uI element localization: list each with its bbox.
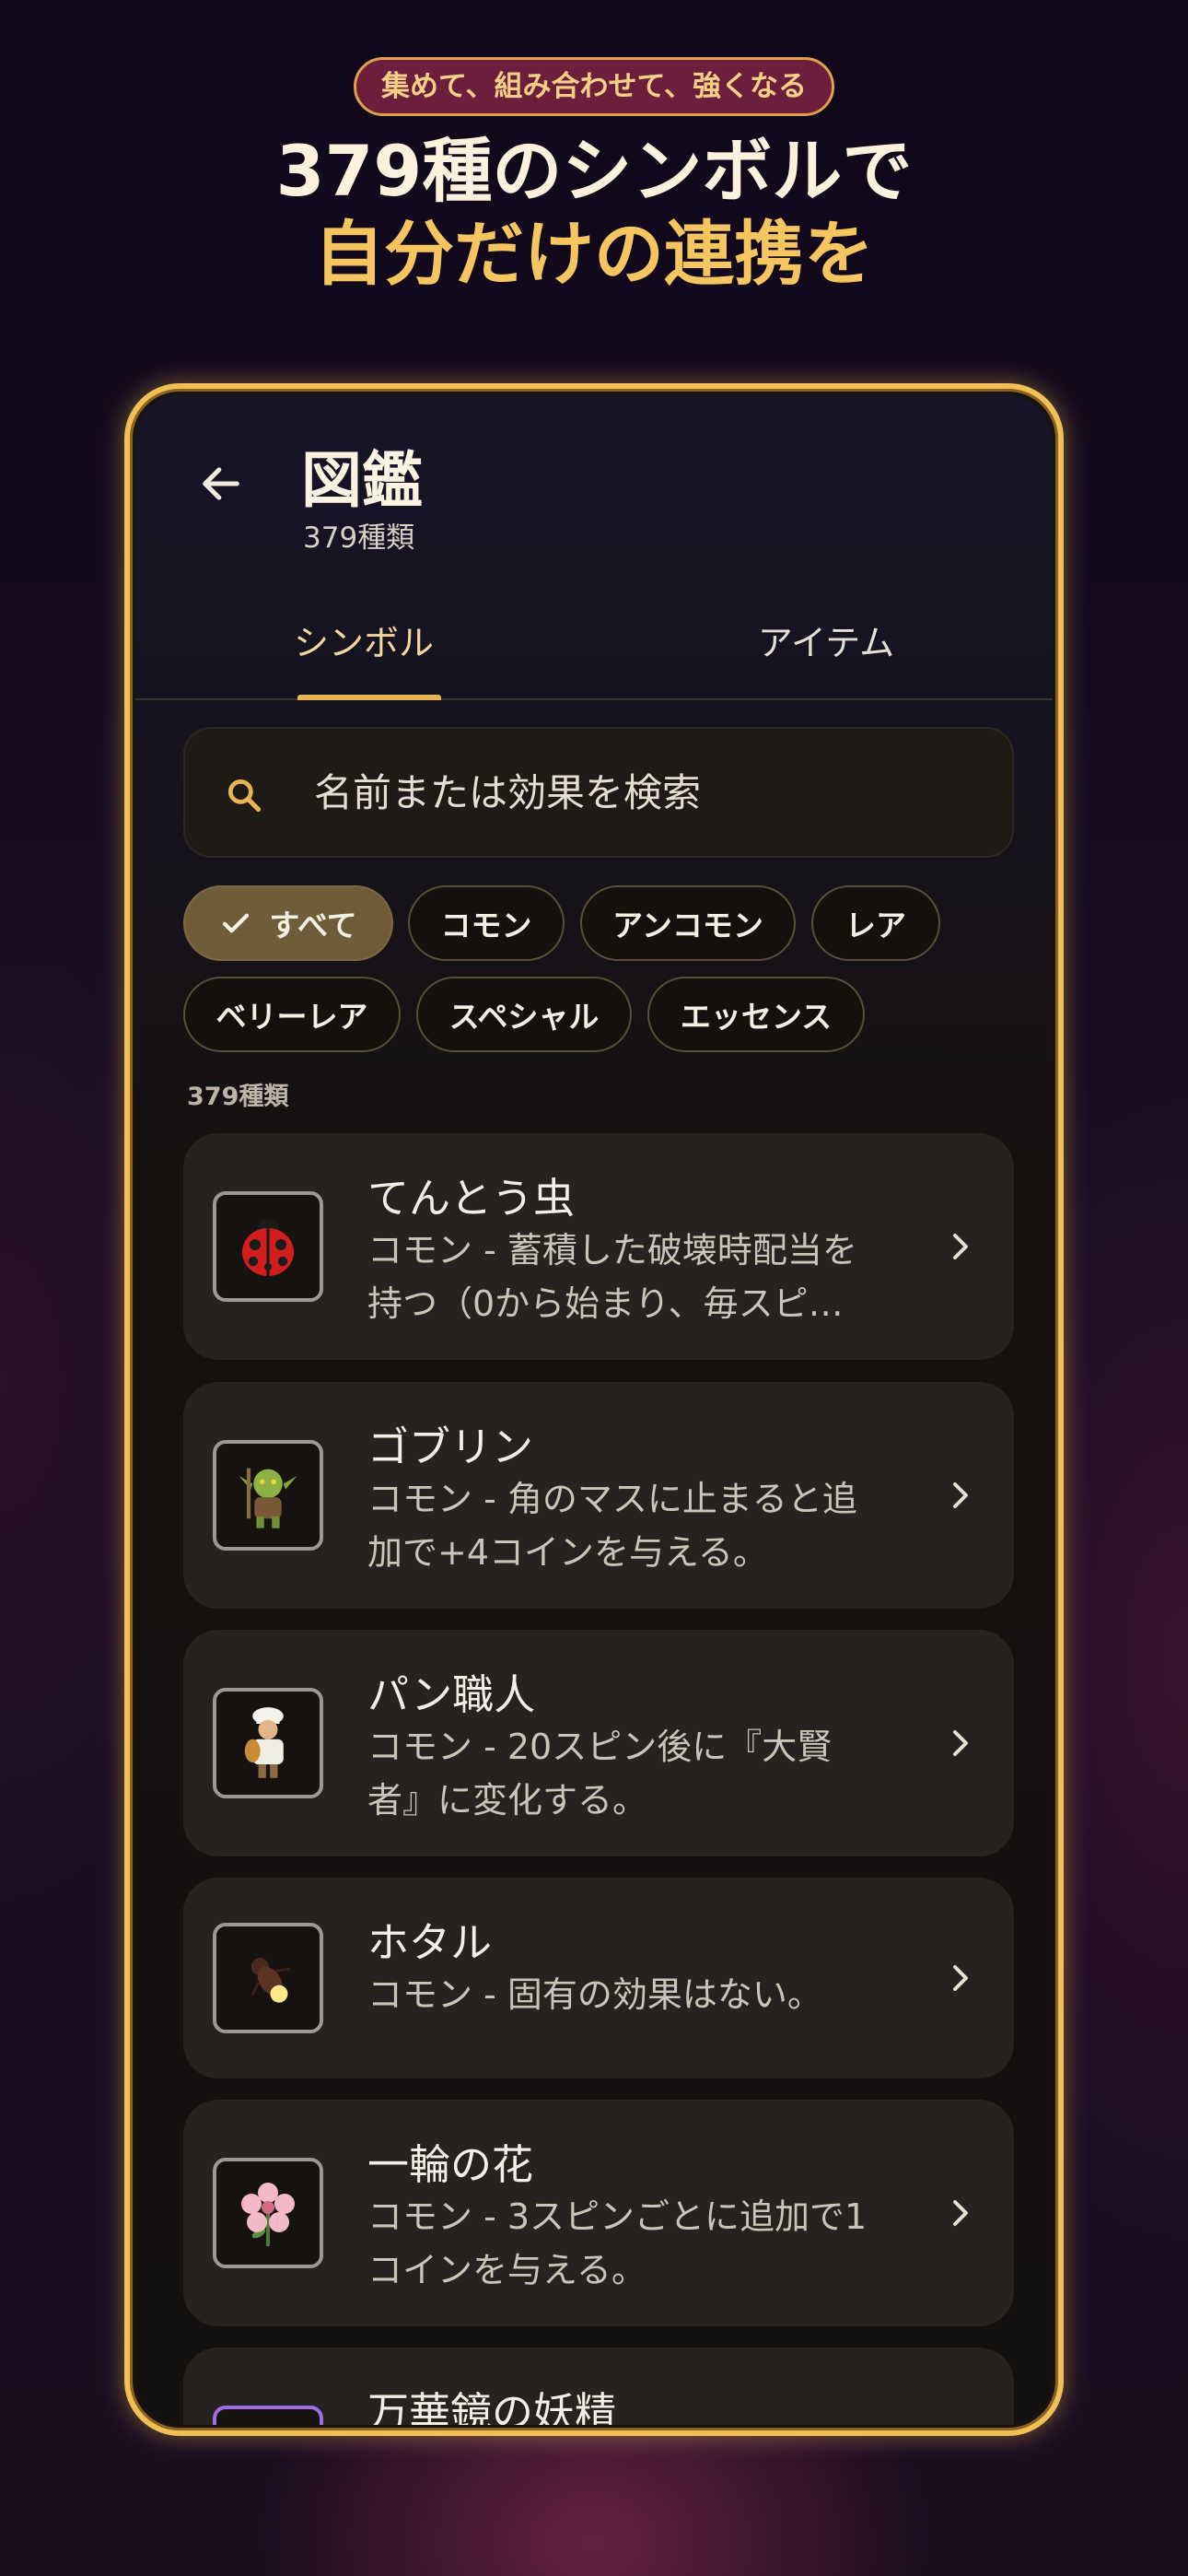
symbol-card[interactable]: ゴブリン コモン - 角のマスに止まると追 加で+4コインを与える。	[183, 1382, 1014, 1609]
symbol-description-line: コインを与える。	[367, 2250, 646, 2290]
chevron-right-icon	[953, 1482, 968, 1508]
flower-icon	[241, 2183, 295, 2246]
symbol-name: 万華鏡の妖精	[367, 2388, 617, 2425]
search-input[interactable]	[314, 729, 977, 856]
tab-items[interactable]: アイテム	[592, 579, 1053, 700]
hero-headline-accent: 自分だけの連携を	[314, 213, 874, 295]
hero-headline: 379種のシンボルで	[275, 130, 913, 212]
result-count: 379種類	[187, 1083, 289, 1111]
chevron-right-icon	[953, 1234, 968, 1259]
symbol-card[interactable]: 一輪の花 コモン - 3スピンごとに追加で1 コインを与える。	[183, 2100, 1014, 2326]
page-title: 図鑑	[301, 445, 423, 516]
filter-chip-common[interactable]: コモン	[408, 885, 565, 961]
symbol-description-line: コモン - 角のマスに止まると追	[367, 1479, 857, 1519]
symbol-description: コモン - 固有の効果はない。	[367, 1968, 883, 2021]
filter-chip-essence[interactable]: エッセンス	[647, 977, 865, 1052]
filter-chip-rare[interactable]: レア	[811, 885, 940, 961]
chevron-right-icon	[953, 1730, 968, 1756]
goblin-icon	[239, 1468, 297, 1528]
symbol-card[interactable]: 万華鏡の妖精	[183, 2348, 1014, 2425]
symbol-description-line: コモン - 20スピン後に『大賢	[367, 1727, 833, 1767]
symbol-thumbnail	[213, 1688, 323, 1798]
symbol-thumbnail	[213, 1923, 323, 2033]
firefly-icon	[250, 1958, 290, 2003]
tab-indicator	[297, 695, 441, 700]
filter-chip-very-rare[interactable]: ベリーレア	[183, 977, 401, 1052]
symbol-thumbnail	[213, 2158, 323, 2268]
symbol-description-line: コモン - 蓄積した破壊時配当を	[367, 1230, 857, 1270]
symbol-card[interactable]: パン職人 コモン - 20スピン後に『大賢 者』に変化する。	[183, 1630, 1014, 1856]
symbol-description: コモン - 3スピンごとに追加で1 コインを与える。	[367, 2190, 883, 2297]
symbol-thumbnail	[213, 1440, 323, 1551]
arrow-left-icon	[203, 467, 239, 500]
symbol-description: コモン - 角のマスに止まると追 加で+4コインを与える。	[367, 1472, 883, 1579]
symbol-description: コモン - 20スピン後に『大賢 者』に変化する。	[367, 1720, 883, 1827]
check-icon	[219, 907, 252, 940]
filter-chip-uncommon[interactable]: アンコモン	[580, 885, 796, 961]
tab-symbols[interactable]: シンボル	[135, 579, 592, 700]
filter-chip-all[interactable]: すべて	[183, 885, 393, 961]
app-screen: 図鑑 379種類 シンボル アイテム すべて コモン アンコモン レア ベリーレ…	[135, 394, 1053, 2425]
fairy-icon	[231, 2424, 305, 2425]
symbol-name: ホタル	[367, 1918, 493, 1967]
device-frame: 図鑑 379種類 シンボル アイテム すべて コモン アンコモン レア ベリーレ…	[124, 383, 1064, 2436]
symbol-description: コモン - 蓄積した破壊時配当を 持つ（0から始まり、毎スピ…	[367, 1224, 883, 1330]
search-icon	[227, 779, 262, 813]
symbol-description-line: 持つ（0から始まり、毎スピ…	[367, 1283, 844, 1324]
symbol-description-line: コモン - 3スピンごとに追加で1	[367, 2196, 868, 2237]
symbol-name: パン職人	[367, 1670, 536, 1719]
filter-chip-label: すべて	[269, 907, 357, 943]
symbol-thumbnail	[213, 2406, 323, 2425]
symbol-name: てんとう虫	[367, 1174, 576, 1223]
tab-bar: シンボル アイテム	[135, 579, 1053, 700]
symbol-card[interactable]: てんとう虫 コモン - 蓄積した破壊時配当を 持つ（0から始まり、毎スピ…	[183, 1133, 1014, 1360]
search-bar[interactable]	[183, 727, 1014, 858]
symbol-name: ゴブリン	[367, 1423, 534, 1471]
page-subtitle: 379種類	[303, 521, 415, 555]
filter-chip-special[interactable]: スペシャル	[416, 977, 632, 1052]
chevron-right-icon	[953, 2200, 968, 2226]
symbol-description-line: 者』に変化する。	[367, 1780, 648, 1821]
baker-icon	[244, 1707, 284, 1778]
ladybug-icon	[242, 1219, 294, 1276]
tagline-badge: 集めて、組み合わせて、強くなる	[354, 57, 834, 116]
chevron-right-icon	[953, 1965, 968, 1991]
symbol-card[interactable]: ホタル コモン - 固有の効果はない。	[183, 1878, 1014, 2078]
symbol-thumbnail	[213, 1191, 323, 1302]
symbol-description-line: コモン - 固有の効果はない。	[367, 1974, 822, 2015]
symbol-name: 一輪の花	[367, 2140, 534, 2189]
symbol-description-line: 加で+4コインを与える。	[367, 1532, 768, 1573]
back-button[interactable]	[189, 451, 253, 516]
